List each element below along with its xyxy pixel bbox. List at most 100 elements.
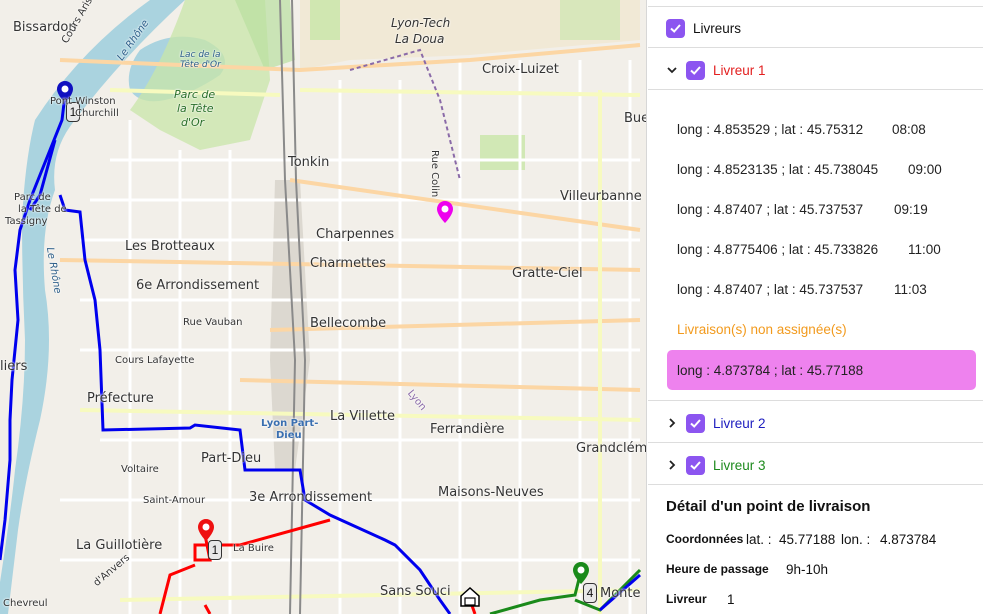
livreurs-root-row[interactable]: Livreurs xyxy=(648,17,983,39)
livreur3-row[interactable]: Livreur 3 xyxy=(648,454,983,476)
map-label: Rue Colin xyxy=(429,150,440,198)
map-label: Maisons-Neuves xyxy=(438,485,544,500)
map-view[interactable]: 1 1 4 Bissardon Lyon-Tech La Doua Croix-… xyxy=(0,0,647,614)
stop-coords: long : 4.853529 ; lat : 45.75312 xyxy=(677,122,864,137)
chevron-right-icon[interactable] xyxy=(666,459,678,471)
map-label: Voltaire xyxy=(121,464,159,475)
lon-value: 4.873784 xyxy=(880,532,937,547)
map-label: Lac de la Tête d'Or xyxy=(180,50,221,70)
green-patch xyxy=(560,0,620,40)
map-label: Tonkin xyxy=(288,155,330,170)
map-label: La Doua xyxy=(395,32,445,46)
chevron-down-icon[interactable] xyxy=(666,64,678,76)
divider xyxy=(648,47,983,48)
map-label: Sans Souci xyxy=(380,584,451,599)
stop-item[interactable]: long : 4.8775406 ; lat : 45.733826 11:00 xyxy=(677,242,941,257)
divider xyxy=(648,89,983,90)
green-patch xyxy=(310,0,340,40)
stop-time: 08:08 xyxy=(892,122,926,137)
livreur2-row[interactable]: Livreur 2 xyxy=(648,412,983,434)
stop-time: 11:00 xyxy=(908,242,941,257)
map-label: Rue Vauban xyxy=(183,317,243,328)
map-label: Les Brotteaux xyxy=(125,239,215,254)
red-pin-icon[interactable] xyxy=(197,518,215,542)
map-label: la Tête xyxy=(177,102,214,115)
stop-item[interactable]: long : 4.853529 ; lat : 45.75312 08:08 xyxy=(677,122,926,137)
map-label: Bue xyxy=(624,111,647,126)
livreur2-checkbox[interactable] xyxy=(686,413,705,433)
map-label: Parc de xyxy=(14,192,51,203)
map-label: Préfecture xyxy=(87,391,154,406)
check-icon xyxy=(690,65,701,75)
map-label: Gratte-Ciel xyxy=(512,266,583,281)
livreurs-checkbox[interactable] xyxy=(666,18,685,38)
green-patch xyxy=(480,135,525,170)
stop-item[interactable]: long : 4.8523135 ; lat : 45.738045 09:00 xyxy=(677,162,942,177)
map-label: Ferrandière xyxy=(430,422,505,437)
map-label: Lyon-Tech xyxy=(391,16,451,30)
divider xyxy=(648,400,983,401)
map-label: Part-Dieu xyxy=(201,451,262,466)
map-label: Charpennes xyxy=(316,227,395,242)
check-icon xyxy=(690,460,701,470)
unassigned-title: Livraison(s) non assignée(s) xyxy=(677,322,847,337)
divider xyxy=(648,442,983,443)
warehouse-icon[interactable] xyxy=(460,586,480,607)
check-icon xyxy=(690,418,701,428)
route-order-badge: 1 xyxy=(208,540,222,560)
stop-item[interactable]: long : 4.87407 ; lat : 45.737537 11:03 xyxy=(677,282,927,297)
livreur2-label: Livreur 2 xyxy=(713,415,766,431)
stop-coords: long : 4.8775406 ; lat : 45.733826 xyxy=(677,242,879,257)
map-label: d'Or xyxy=(181,116,205,129)
detail-title: Détail d'un point de livraison xyxy=(666,498,871,515)
divider xyxy=(648,6,983,7)
map-label: Monte xyxy=(600,586,641,601)
livreur-label: Livreur xyxy=(666,592,707,606)
street-grid xyxy=(60,60,640,614)
secondary-roads xyxy=(79,88,641,614)
heure-value: 9h-10h xyxy=(786,562,829,577)
map-label: La Buire xyxy=(233,543,274,554)
map-label: 3e Arrondissement xyxy=(249,490,373,505)
livreur3-checkbox[interactable] xyxy=(686,455,705,475)
map-label: Tassigny xyxy=(5,216,48,227)
livreurs-label: Livreurs xyxy=(693,20,742,36)
lat-value: 45.77188 xyxy=(779,532,836,547)
unassigned-coords: long : 4.873784 ; lat : 45.77188 xyxy=(677,362,864,378)
lon-label: lon. : xyxy=(841,532,871,547)
map-label: Churchill xyxy=(75,108,119,119)
selected-delivery-pin-icon[interactable] xyxy=(436,200,454,224)
map-label: Villeurbanne xyxy=(560,189,642,204)
green-pin-icon[interactable] xyxy=(572,561,590,585)
map-label: liers xyxy=(0,359,28,374)
livreur3-label: Livreur 3 xyxy=(713,457,766,473)
divider xyxy=(648,484,983,485)
map-canvas xyxy=(0,0,642,614)
map-label: La Villette xyxy=(330,409,395,424)
map-label: Chevreul xyxy=(3,598,48,609)
stop-item[interactable]: long : 4.87407 ; lat : 45.737537 09:19 xyxy=(677,202,928,217)
map-label: Grandclém xyxy=(576,441,647,456)
map-label: 6e Arrondissement xyxy=(136,278,260,293)
stop-coords: long : 4.87407 ; lat : 45.737537 xyxy=(677,282,864,297)
stop-time: 09:19 xyxy=(894,202,928,217)
check-icon xyxy=(670,23,681,33)
map-label: Cours Lafayette xyxy=(115,355,195,366)
livreur1-row[interactable]: Livreur 1 xyxy=(648,59,983,81)
map-label: Lyon Part- xyxy=(261,418,319,429)
stop-coords: long : 4.87407 ; lat : 45.737537 xyxy=(677,202,864,217)
stop-coords: long : 4.8523135 ; lat : 45.738045 xyxy=(677,162,879,177)
livreur1-checkbox[interactable] xyxy=(686,60,705,80)
coords-label: Coordonnées xyxy=(666,532,744,546)
route-order-badge: 4 xyxy=(583,583,597,603)
map-label: Bellecombe xyxy=(310,316,387,331)
map-label: Croix-Luizet xyxy=(482,62,559,77)
map-label: la Tête de xyxy=(18,204,67,215)
unassigned-delivery-selected[interactable]: long : 4.873784 ; lat : 45.77188 xyxy=(667,350,976,390)
stop-time: 11:03 xyxy=(894,282,927,297)
heure-label: Heure de passage xyxy=(666,562,769,576)
map-label: Dieu xyxy=(276,430,302,441)
chevron-right-icon[interactable] xyxy=(666,417,678,429)
map-label: Charmettes xyxy=(310,256,387,271)
livreur-value: 1 xyxy=(727,592,735,607)
